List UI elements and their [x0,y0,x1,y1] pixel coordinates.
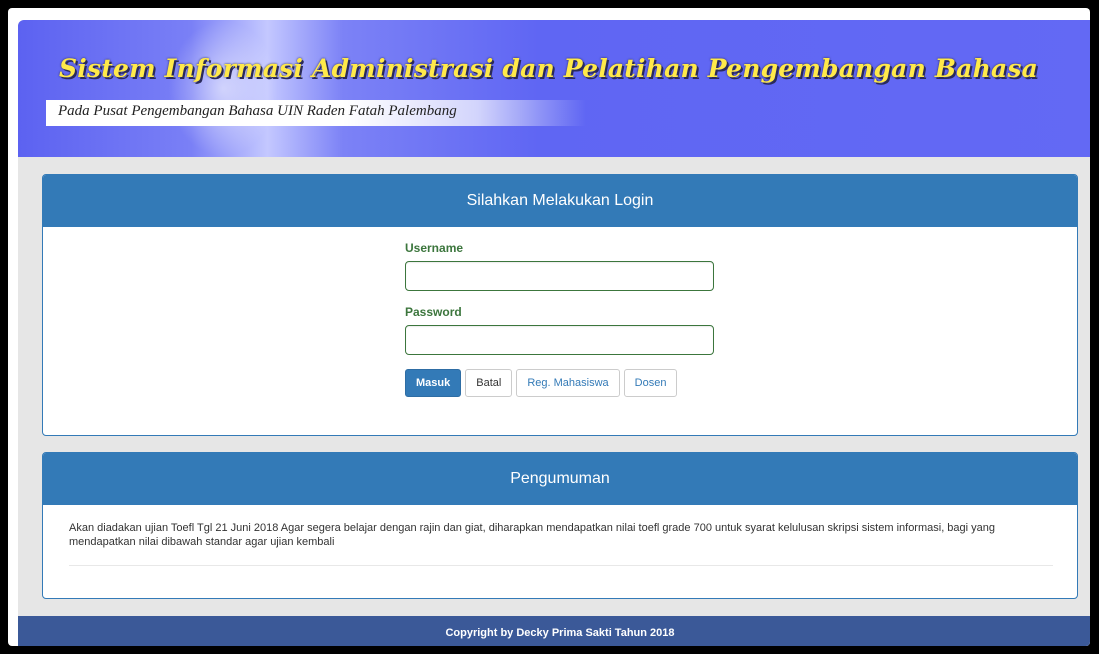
announcement-text: Akan diadakan ujian Toefl Tgl 21 Juni 20… [69,522,996,548]
page-container: Sistem Informasi Administrasi dan Pelati… [18,20,1090,646]
masuk-button[interactable]: Masuk [405,369,462,397]
login-heading: Silahkan Melakukan Login [43,175,1077,227]
site-subtitle: Pada Pusat Pengembangan Bahasa UIN Raden… [58,103,457,119]
announcement-divider [69,565,1053,566]
login-button-row: Masuk Batal Reg. Mahasiswa Dosen [405,369,715,397]
page-frame: Sistem Informasi Administrasi dan Pelati… [8,8,1090,646]
footer-copyright: Copyright by Decky Prima Sakti Tahun 201… [18,616,1090,646]
announcement-panel: Pengumuman Akan diadakan ujian Toefl Tgl… [42,452,1078,599]
password-label: Password [405,305,462,319]
site-title: Sistem Informasi Administrasi dan Pelati… [59,54,1039,83]
username-input[interactable] [405,261,714,291]
login-panel: Silahkan Melakukan Login Username Passwo… [42,174,1078,436]
username-label: Username [405,241,464,255]
site-subtitle-strip: Pada Pusat Pengembangan Bahasa UIN Raden… [46,100,586,126]
banner-sheen [168,20,278,157]
reg-mahasiswa-button[interactable]: Reg. Mahasiswa [516,369,620,397]
batal-button[interactable]: Batal [465,369,513,397]
password-input[interactable] [405,325,714,355]
header-banner: Sistem Informasi Administrasi dan Pelati… [18,20,1090,157]
announcement-heading: Pengumuman [43,453,1077,505]
login-form: Username Password Masuk Batal Reg. Mahas… [405,241,715,397]
dosen-button[interactable]: Dosen [623,369,678,397]
